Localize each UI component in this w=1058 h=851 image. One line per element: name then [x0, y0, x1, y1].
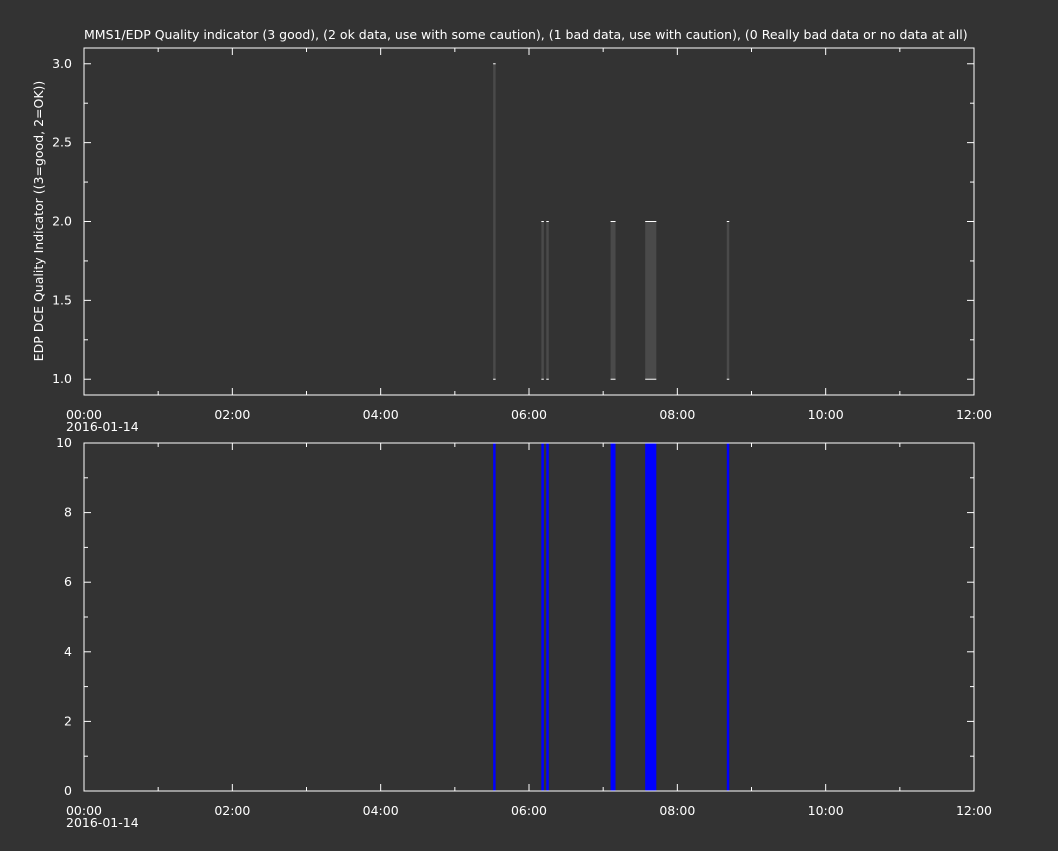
- data-bar: [493, 63, 496, 380]
- x-tick-label: 02:00: [214, 803, 250, 818]
- chart-title: MMS1/EDP Quality indicator (3 good), (2 …: [84, 27, 968, 42]
- x-date-label: 2016-01-14: [66, 419, 139, 434]
- y-tick-label: 2.0: [52, 214, 72, 229]
- plot-frame: [83, 47, 975, 396]
- x-tick-label: 04:00: [363, 803, 399, 818]
- x-tick-label: 02:00: [214, 407, 250, 422]
- y-tick-label: 4: [64, 644, 72, 659]
- x-tick-label: 08:00: [659, 407, 695, 422]
- y-tick-label: 1.0: [52, 371, 72, 386]
- y-tick-label: 1.5: [52, 292, 72, 307]
- data-bar: [610, 221, 616, 380]
- data-bar: [726, 443, 730, 791]
- x-tick-label: 10:00: [808, 407, 844, 422]
- x-date-label: 2016-01-14: [66, 815, 139, 830]
- data-bar: [645, 443, 657, 791]
- data-bar: [541, 443, 544, 791]
- y-tick-label: 3.0: [52, 56, 72, 71]
- y-tick-label: 6: [64, 574, 72, 589]
- data-bar: [726, 221, 730, 380]
- y-axis-label: EDP DCE Quality Indicator ((3=good, 2=OK…: [31, 81, 46, 362]
- x-tick-label: 06:00: [511, 803, 547, 818]
- data-bar: [493, 443, 496, 791]
- y-tick-label: 2.5: [52, 135, 72, 150]
- data-bar: [541, 221, 544, 380]
- y-tick-label: 8: [64, 505, 72, 520]
- x-tick-label: 04:00: [363, 407, 399, 422]
- data-bar: [546, 221, 549, 380]
- data-bar: [645, 221, 657, 380]
- plot-frame: [83, 442, 975, 792]
- y-tick-label: 0: [64, 783, 72, 798]
- chart-figure: MMS1/EDP Quality indicator (3 good), (2 …: [31, 27, 992, 830]
- x-tick-label: 12:00: [956, 407, 992, 422]
- x-tick-label: 12:00: [956, 803, 992, 818]
- y-tick-label: 10: [56, 435, 72, 450]
- x-tick-label: 10:00: [808, 803, 844, 818]
- data-bar: [546, 443, 549, 791]
- x-tick-label: 08:00: [659, 803, 695, 818]
- x-tick-label: 06:00: [511, 407, 547, 422]
- data-bar: [610, 443, 616, 791]
- y-tick-label: 2: [64, 713, 72, 728]
